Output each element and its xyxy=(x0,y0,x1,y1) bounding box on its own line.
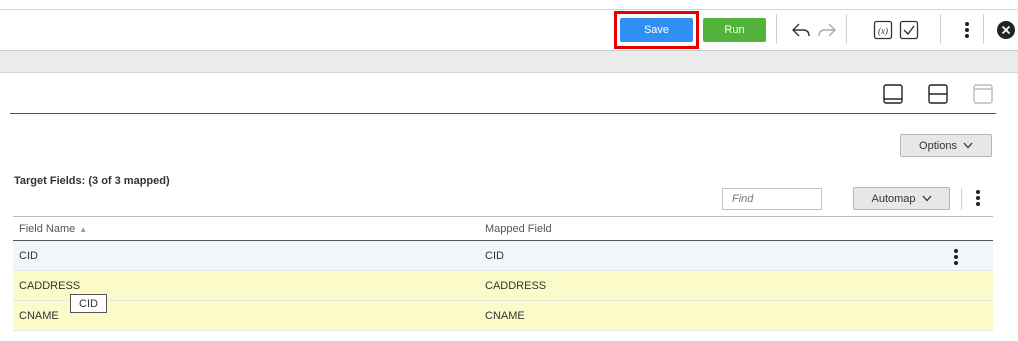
layout-split-icon[interactable] xyxy=(928,84,948,104)
toolbar-separator xyxy=(846,14,847,44)
panel-divider xyxy=(10,113,996,114)
layout-bottom-icon[interactable] xyxy=(883,84,903,104)
expression-icon[interactable]: (x) xyxy=(871,18,895,42)
toolbar-separator xyxy=(776,14,777,44)
field-name-cell: CNAME xyxy=(19,309,59,322)
options-label: Options xyxy=(919,139,957,152)
strip-divider xyxy=(0,72,1018,73)
column-header-field-name[interactable]: Field Name ▲ xyxy=(19,223,87,235)
mapped-field-cell: CID xyxy=(485,249,504,262)
table-row[interactable]: CID CID xyxy=(13,241,993,271)
target-fields-title: Target Fields: (3 of 3 mapped) xyxy=(14,175,170,187)
field-name-cell: CID xyxy=(19,249,38,262)
table-row[interactable]: CADDRESS CADDRESS xyxy=(13,271,993,301)
canvas-strip xyxy=(0,51,1018,72)
field-name-cell: CADDRESS xyxy=(19,279,81,292)
sort-ascending-icon: ▲ xyxy=(79,224,88,234)
close-icon[interactable] xyxy=(994,18,1018,42)
chevron-down-icon xyxy=(922,193,932,205)
mapping-toolbar: Save Run (x) xyxy=(0,10,1018,50)
mapped-field-cell: CADDRESS xyxy=(485,279,547,292)
undo-icon[interactable] xyxy=(789,18,813,42)
run-button[interactable]: Run xyxy=(703,18,766,42)
row-actions-icon[interactable] xyxy=(951,249,961,265)
svg-text:(x): (x) xyxy=(878,26,888,36)
column-header-mapped-field[interactable]: Mapped Field xyxy=(485,223,552,235)
table-row[interactable]: CNAME CNAME xyxy=(13,301,993,331)
separator xyxy=(961,188,962,210)
toolbar-separator xyxy=(940,14,941,44)
automap-dropdown[interactable]: Automap xyxy=(853,187,950,210)
more-icon[interactable] xyxy=(973,190,983,206)
mapped-field-cell: CNAME xyxy=(485,309,525,322)
table-header: Field Name ▲ Mapped Field xyxy=(13,216,993,241)
validate-icon[interactable] xyxy=(897,18,921,42)
redo-icon[interactable] xyxy=(815,18,839,42)
target-fields-table: Field Name ▲ Mapped Field CID CID CADDRES… xyxy=(13,216,993,331)
options-dropdown[interactable]: Options xyxy=(900,134,992,157)
automap-label: Automap xyxy=(871,192,916,205)
save-button[interactable]: Save xyxy=(620,18,693,42)
find-input[interactable] xyxy=(722,188,822,210)
layout-top-icon[interactable] xyxy=(973,84,993,104)
tooltip: CID xyxy=(70,294,107,313)
chevron-down-icon xyxy=(963,140,973,152)
toolbar-separator xyxy=(983,14,984,44)
more-icon[interactable] xyxy=(955,18,979,42)
